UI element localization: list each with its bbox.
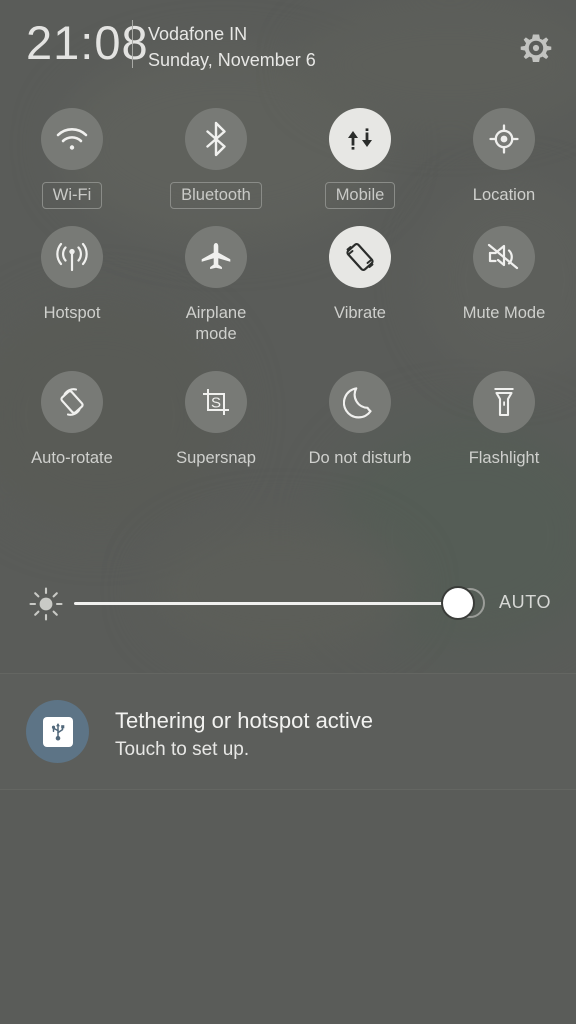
tile-icon-circle — [473, 371, 535, 433]
tile-label: Supersnap — [176, 449, 256, 467]
tile-label: Auto-rotate — [31, 449, 113, 467]
mute-icon — [486, 241, 522, 273]
bluetooth-icon — [203, 121, 229, 157]
tile-label: Airplane mode — [185, 304, 247, 343]
tile-label: Bluetooth — [170, 182, 262, 209]
gear-icon[interactable] — [513, 25, 559, 71]
tile-auto-rotate[interactable]: Auto-rotate — [0, 367, 144, 485]
tile-icon-circle — [185, 108, 247, 170]
tile-supersnap[interactable]: S Supersnap — [144, 367, 288, 485]
tile-location[interactable]: Location — [432, 104, 576, 222]
tile-icon-circle — [41, 226, 103, 288]
tile-label: Vibrate — [334, 304, 386, 322]
current-date: Sunday, November 6 — [148, 50, 316, 70]
tile-row: Hotspot Airplane mode Vibrate Mute Mode — [0, 222, 576, 367]
mobile-data-icon — [343, 122, 377, 156]
tile-icon-circle — [329, 108, 391, 170]
svg-text:S: S — [211, 395, 221, 412]
tile-icon-circle — [329, 226, 391, 288]
tile-icon-circle — [185, 226, 247, 288]
shade-empty-area — [0, 790, 576, 1024]
tile-icon-circle — [41, 108, 103, 170]
tile-icon-circle: S — [185, 371, 247, 433]
vibrate-icon — [342, 239, 378, 275]
airplane-icon — [199, 240, 233, 274]
header-divider — [132, 20, 133, 68]
brightness-sun-icon — [28, 586, 64, 622]
wifi-icon — [54, 124, 90, 154]
tile-vibrate[interactable]: Vibrate — [288, 222, 432, 367]
tile-label: Flashlight — [468, 449, 540, 467]
tile-row: Wi-Fi Bluetooth Mobile Location — [0, 104, 576, 222]
brightness-slider-track[interactable] — [74, 602, 463, 605]
supersnap-icon: S — [199, 385, 233, 419]
status-header: 21:08 Vodafone IN Sunday, November 6 — [0, 0, 576, 96]
tile-icon-circle — [473, 108, 535, 170]
flashlight-icon — [489, 385, 519, 419]
carrier-name: Vodafone IN — [148, 24, 248, 44]
quick-settings-tiles: Wi-Fi Bluetooth Mobile Location Hotspot … — [0, 104, 576, 485]
notification-text: Touch to set up. — [115, 739, 250, 760]
auto-brightness-label[interactable]: AUTO — [499, 592, 551, 613]
tile-mobile-data[interactable]: Mobile — [288, 104, 432, 222]
tile-label: Mute Mode — [462, 304, 546, 322]
notification-tethering[interactable]: Tethering or hotspot active Touch to set… — [0, 674, 576, 789]
usb-icon — [42, 716, 73, 747]
tile-label: Wi-Fi — [41, 182, 103, 209]
tile-airplane-mode[interactable]: Airplane mode — [144, 222, 288, 367]
tile-label: Hotspot — [43, 304, 101, 322]
tile-label: Location — [472, 186, 536, 204]
tile-label: Mobile — [324, 182, 396, 209]
tile-wifi[interactable]: Wi-Fi — [0, 104, 144, 222]
tile-mute-mode[interactable]: Mute Mode — [432, 222, 576, 367]
tile-icon-circle — [329, 371, 391, 433]
notification-icon — [26, 700, 89, 763]
notification-title: Tethering or hotspot active — [115, 708, 374, 733]
tile-icon-circle — [473, 226, 535, 288]
auto-rotate-icon — [54, 384, 90, 420]
brightness-control: AUTO — [0, 578, 576, 628]
tile-do-not-disturb[interactable]: Do not disturb — [288, 367, 432, 485]
moon-icon — [343, 385, 377, 419]
brightness-slider-thumb[interactable] — [441, 586, 475, 620]
hotspot-icon — [54, 240, 90, 274]
quick-settings-shade: 21:08 Vodafone IN Sunday, November 6 Wi-… — [0, 0, 576, 1024]
tile-hotspot[interactable]: Hotspot — [0, 222, 144, 367]
clock-time: 21:08 — [26, 16, 149, 69]
tile-icon-circle — [41, 371, 103, 433]
location-icon — [487, 122, 521, 156]
tile-bluetooth[interactable]: Bluetooth — [144, 104, 288, 222]
tile-flashlight[interactable]: Flashlight — [432, 367, 576, 485]
tile-label: Do not disturb — [308, 449, 412, 467]
tile-row: Auto-rotate S Supersnap Do not disturb F… — [0, 367, 576, 485]
